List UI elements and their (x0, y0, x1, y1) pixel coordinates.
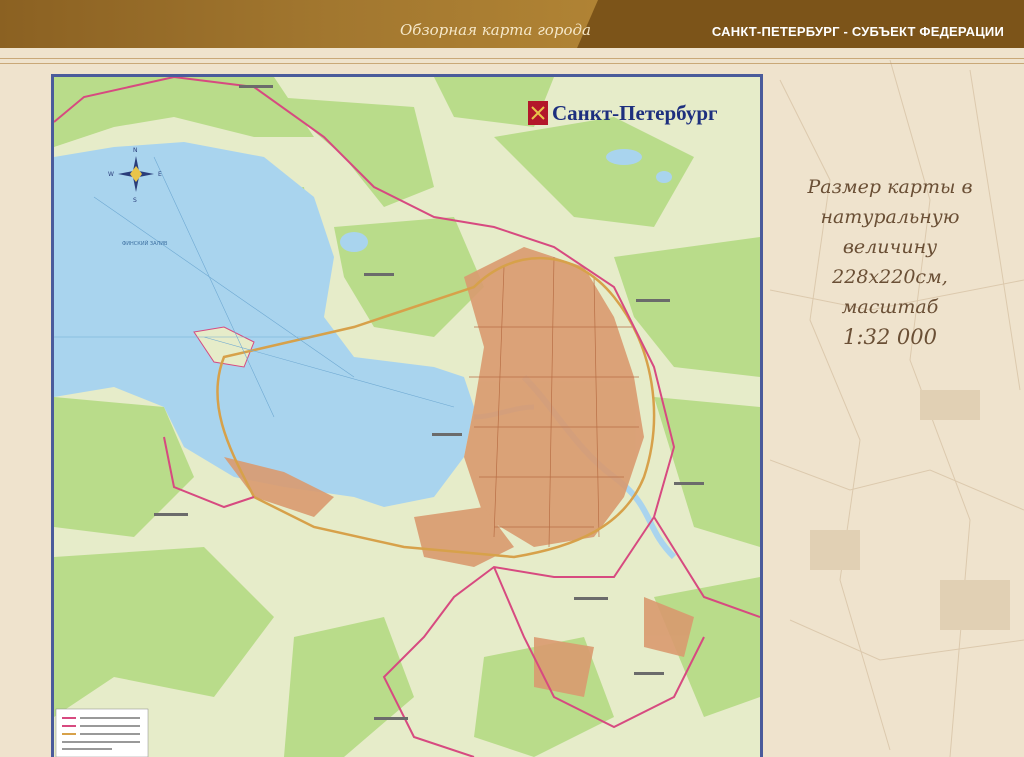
desc-line-4: 228х220см, (832, 266, 948, 288)
map-title: Санкт-Петербург (552, 101, 718, 125)
header-right-title: САНКТ-ПЕТЕРБУРГ - СУБЪЕКТ ФЕДЕРАЦИИ (711, 24, 1004, 39)
background-map-texture (770, 60, 1024, 757)
desc-line-2: натуральную (820, 206, 960, 228)
compass-n: N (133, 147, 138, 154)
compass-w: W (108, 171, 114, 178)
map-description: Размер карты в натуральную величину 228х… (785, 172, 995, 352)
compass-e: E (158, 171, 162, 178)
map-title-block: Санкт-Петербург (528, 101, 718, 125)
map-canvas: ФИНСКИЙ ЗАЛИВ N S W E Санкт-Петербург (54, 77, 760, 757)
header-left-title: Обзорная карта города (400, 21, 591, 39)
gulf-label: ФИНСКИЙ ЗАЛИВ (122, 240, 168, 247)
map-scale: 1:32 000 (843, 325, 937, 349)
city-map[interactable]: ФИНСКИЙ ЗАЛИВ N S W E Санкт-Петербург (51, 74, 763, 757)
desc-line-5: масштаб (841, 296, 939, 318)
desc-line-1: Размер карты в (807, 176, 973, 198)
header-bar: Обзорная карта города САНКТ-ПЕТЕРБУРГ - … (0, 0, 1024, 48)
compass-s: S (133, 197, 137, 204)
desc-line-3: величину (842, 236, 938, 258)
map-legend (55, 708, 149, 757)
divider-line (0, 58, 1024, 59)
